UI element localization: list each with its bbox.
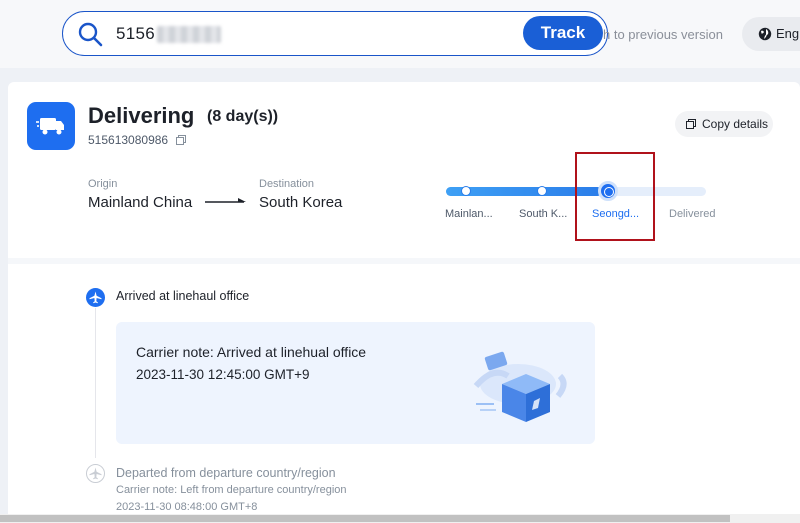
highlight-box	[575, 152, 655, 241]
event-carrier-note: Carrier note: Arrived at linehual office	[136, 344, 367, 360]
status-icon-badge	[27, 102, 75, 150]
search-input-value[interactable]: 5156	[116, 24, 155, 44]
timeline-event-icon	[86, 464, 105, 483]
event-title: Arrived at linehaul office	[116, 289, 250, 303]
language-selector[interactable]: Engl	[742, 17, 800, 51]
status-title: Delivering	[88, 103, 195, 128]
timeline-line	[95, 308, 96, 458]
event-title: Departed from departure country/region	[116, 466, 336, 480]
shipment-card: Delivering (8 day(s)) 515613080986 Copy …	[8, 82, 800, 523]
event-timestamp: 2023-11-30 12:45:00 GMT+9	[136, 367, 310, 382]
event-timestamp: 2023-11-30 08:48:00 GMT+8	[116, 501, 258, 513]
progress-step-label: South K...	[519, 208, 568, 220]
origin-label: Origin	[88, 178, 118, 190]
event-carrier-note: Carrier note: Left from departure countr…	[116, 484, 347, 496]
language-label: Engl	[776, 26, 800, 41]
destination-value: South Korea	[259, 194, 343, 211]
top-bar: 5156 Track h to previous version Engl	[0, 0, 800, 68]
copy-details-button[interactable]: Copy details	[675, 111, 773, 137]
copy-details-label: Copy details	[702, 117, 769, 131]
horizontal-scrollbar[interactable]	[0, 514, 800, 523]
search-icon	[78, 22, 103, 47]
timeline-event-icon	[86, 288, 105, 307]
scrollbar-thumb[interactable]	[0, 515, 730, 522]
redacted-number	[157, 26, 221, 43]
track-button[interactable]: Track	[523, 16, 603, 50]
destination-label: Destination	[259, 178, 315, 190]
event-detail-card: Carrier note: Arrived at linehual office…	[116, 322, 595, 444]
progress-step-label: Delivered	[669, 208, 716, 220]
progress-dot-transit	[537, 186, 547, 196]
copy-icon	[686, 119, 696, 129]
progress-step-label: Mainlan...	[445, 208, 493, 220]
airplane-icon	[89, 291, 102, 304]
globe-icon	[758, 27, 772, 41]
copy-icon[interactable]	[176, 135, 186, 145]
switch-to-previous-version-link[interactable]: h to previous version	[603, 27, 723, 42]
tracking-search-box[interactable]: 5156 Track	[62, 11, 608, 56]
progress-dot-origin	[461, 186, 471, 196]
tracking-number: 515613080986	[88, 133, 169, 147]
parcel-box-illustration-icon	[473, 351, 567, 422]
section-divider	[8, 258, 800, 264]
airplane-icon	[89, 467, 102, 480]
delivery-truck-icon	[36, 118, 64, 135]
transit-days: (8 day(s))	[207, 108, 279, 125]
route-arrow-icon	[205, 198, 246, 203]
origin-value: Mainland China	[88, 194, 193, 211]
